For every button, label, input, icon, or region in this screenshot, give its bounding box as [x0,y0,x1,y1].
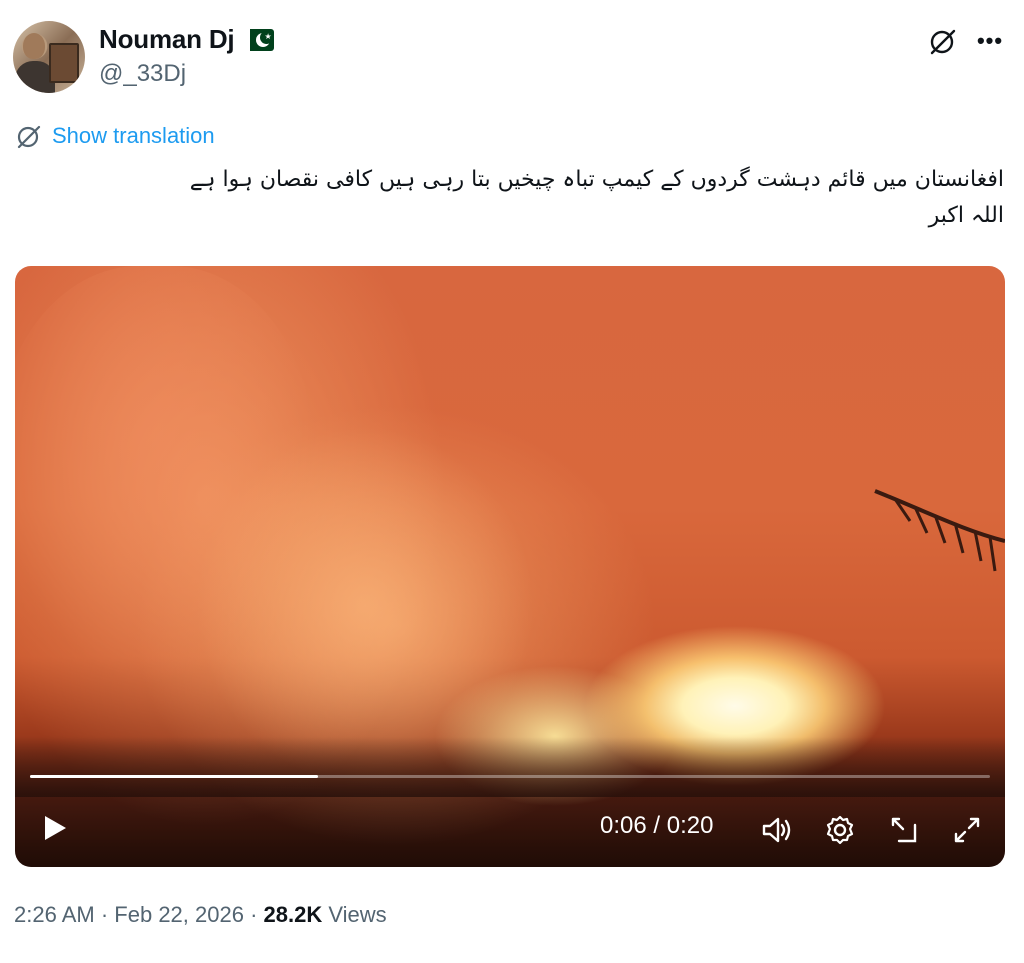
video-time: 0:06 / 0:20 [600,812,714,839]
grok-icon[interactable] [928,26,958,56]
show-translation-label[interactable]: Show translation [52,123,215,149]
tweet-text-line-2: اللہ اکبر [928,203,1004,228]
video-player[interactable]: 0:06 / 0:20 [15,266,1005,867]
meta-separator: · [100,902,109,927]
translate-icon [17,125,41,149]
play-icon[interactable] [39,813,69,843]
tweet-text: افغانستان میں قائم دہشت گردوں کے کیمپ تب… [104,162,1004,234]
picture-in-picture-icon[interactable] [887,813,921,847]
video-progress-bar[interactable] [30,775,990,778]
show-translation-link[interactable]: Show translation [16,123,215,149]
author-handle[interactable]: @_33Dj [99,60,186,88]
meta-separator: · [250,902,258,927]
volume-icon[interactable] [760,813,794,847]
author-display-name[interactable]: Nouman Dj [99,24,235,55]
tweet-date[interactable]: Feb 22, 2026 [114,902,244,927]
views-label: Views [328,902,387,927]
palm-frond [874,489,1005,572]
video-progress-fill [30,775,318,778]
author-name-row: Nouman Dj ★ [99,24,275,55]
avatar[interactable] [13,21,85,93]
views-count: 28.2K [263,902,323,927]
more-options-icon[interactable]: ••• [975,26,1005,56]
tweet-text-line-1: افغانستان میں قائم دہشت گردوں کے کیمپ تب… [189,167,1004,192]
pakistan-flag-icon: ★ [242,28,275,51]
fullscreen-icon[interactable] [950,813,984,847]
tweet-meta: 2:26 AM · Feb 22, 2026 · 28.2K Views [14,902,387,928]
tweet: Nouman Dj ★ @_33Dj ••• Show translation … [0,0,1024,963]
tweet-time[interactable]: 2:26 AM [14,902,95,927]
settings-gear-icon[interactable] [823,813,857,847]
